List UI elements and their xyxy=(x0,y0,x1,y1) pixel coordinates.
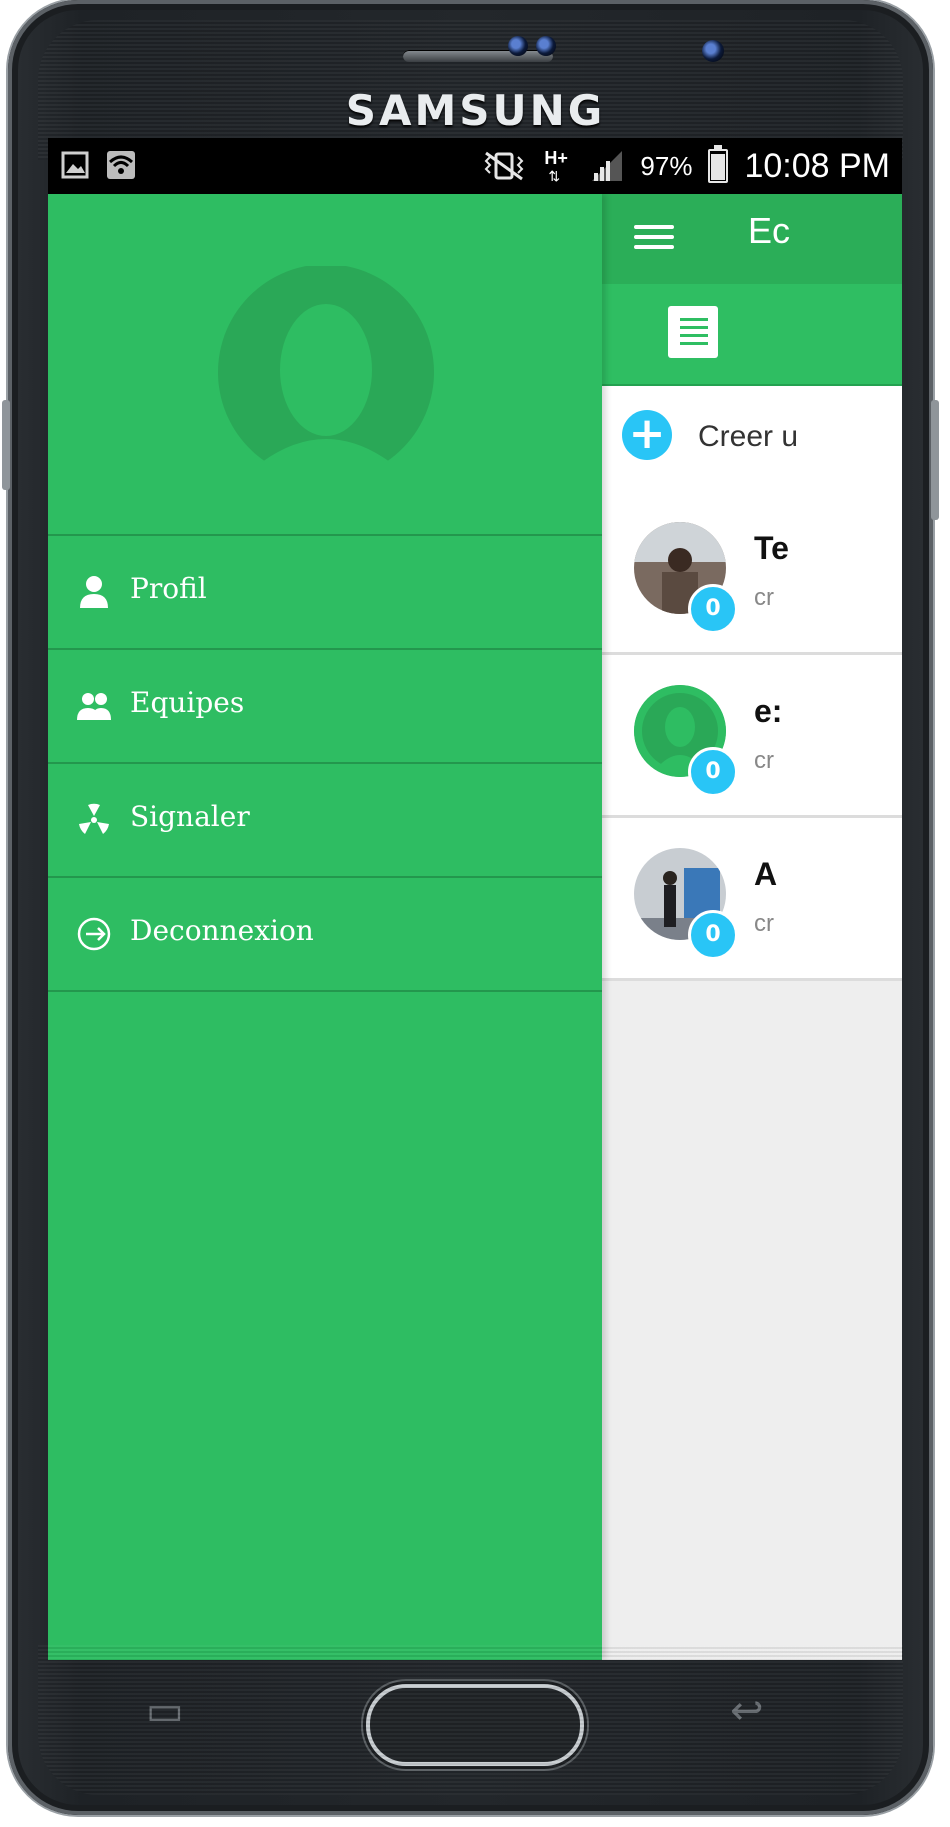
status-right: H+ ⇅ 97% 10:08 PM xyxy=(480,138,890,194)
network-type: H+ xyxy=(544,148,568,168)
proximity-sensor xyxy=(508,36,528,56)
menu-label: Equipes xyxy=(130,686,245,719)
team-name: Te xyxy=(754,530,789,566)
menu-icon[interactable] xyxy=(634,219,674,259)
data-arrows-icon: ⇅ xyxy=(548,168,561,184)
battery-percent: 97% xyxy=(640,150,693,181)
signal-icon xyxy=(592,151,623,181)
light-sensor xyxy=(536,36,556,56)
battery-icon xyxy=(708,145,729,183)
menu-label: Signaler xyxy=(130,800,250,833)
power-button xyxy=(931,400,939,520)
image-icon xyxy=(61,151,89,179)
notification-badge: 0 xyxy=(688,910,738,960)
menu-item-profil[interactable]: Profil xyxy=(48,536,602,648)
volume-button xyxy=(2,400,10,490)
logout-icon xyxy=(77,917,111,951)
divider xyxy=(48,990,602,992)
team-name: A xyxy=(754,856,778,892)
menu-item-signaler[interactable]: Signaler xyxy=(48,764,602,876)
menu-item-equipes[interactable]: Equipes xyxy=(48,650,602,762)
notification-badge: 0 xyxy=(688,584,738,634)
navigation-drawer: Profil Equipes Signaler Deconnexion xyxy=(48,194,602,1660)
status-bar: H+ ⇅ 97% 10:08 PM xyxy=(48,138,902,194)
team-row[interactable]: 0 Te cr xyxy=(602,492,902,655)
radiation-icon xyxy=(79,803,109,834)
menu-item-deconnexion[interactable]: Deconnexion xyxy=(48,878,602,990)
clock: 10:08 PM xyxy=(744,146,890,185)
screen: H+ ⇅ 97% 10:08 PM Ec + Creer u 0 Te cr 0… xyxy=(48,138,902,1660)
menu-label: Profil xyxy=(130,572,207,605)
team-subtitle: cr xyxy=(754,584,774,611)
front-camera xyxy=(702,40,724,62)
add-icon[interactable]: + xyxy=(622,410,672,460)
home-button[interactable] xyxy=(366,1684,584,1766)
app-title: Ec xyxy=(748,210,791,251)
users-icon xyxy=(77,693,111,720)
network-indicator: H+ ⇅ xyxy=(544,146,574,186)
profile-avatar-icon[interactable] xyxy=(218,266,434,470)
team-subtitle: cr xyxy=(754,747,774,774)
phone-frame: SAMSUNG H+ ⇅ 97% 10:08 PM Ec + Creer u 0… xyxy=(2,0,939,1815)
user-icon xyxy=(80,576,108,608)
menu-label: Deconnexion xyxy=(130,914,314,947)
brand-logo: SAMSUNG xyxy=(345,86,606,135)
document-list-icon[interactable] xyxy=(668,306,718,358)
vibrate-icon xyxy=(485,151,524,181)
notification-badge: 0 xyxy=(688,747,738,797)
wifi-icon xyxy=(107,151,135,179)
team-row[interactable]: 0 A cr xyxy=(602,818,902,981)
recent-apps-icon[interactable]: ▭ xyxy=(146,1688,184,1734)
back-icon[interactable]: ↩ xyxy=(730,1688,764,1734)
create-team-label: Creer u xyxy=(698,420,799,453)
create-team-row[interactable]: + Creer u xyxy=(602,386,902,496)
team-row[interactable]: 0 e: cr xyxy=(602,655,902,818)
drawer-header xyxy=(48,194,602,534)
earpiece-speaker xyxy=(403,50,553,62)
team-subtitle: cr xyxy=(754,910,774,937)
team-name: e: xyxy=(754,693,783,729)
